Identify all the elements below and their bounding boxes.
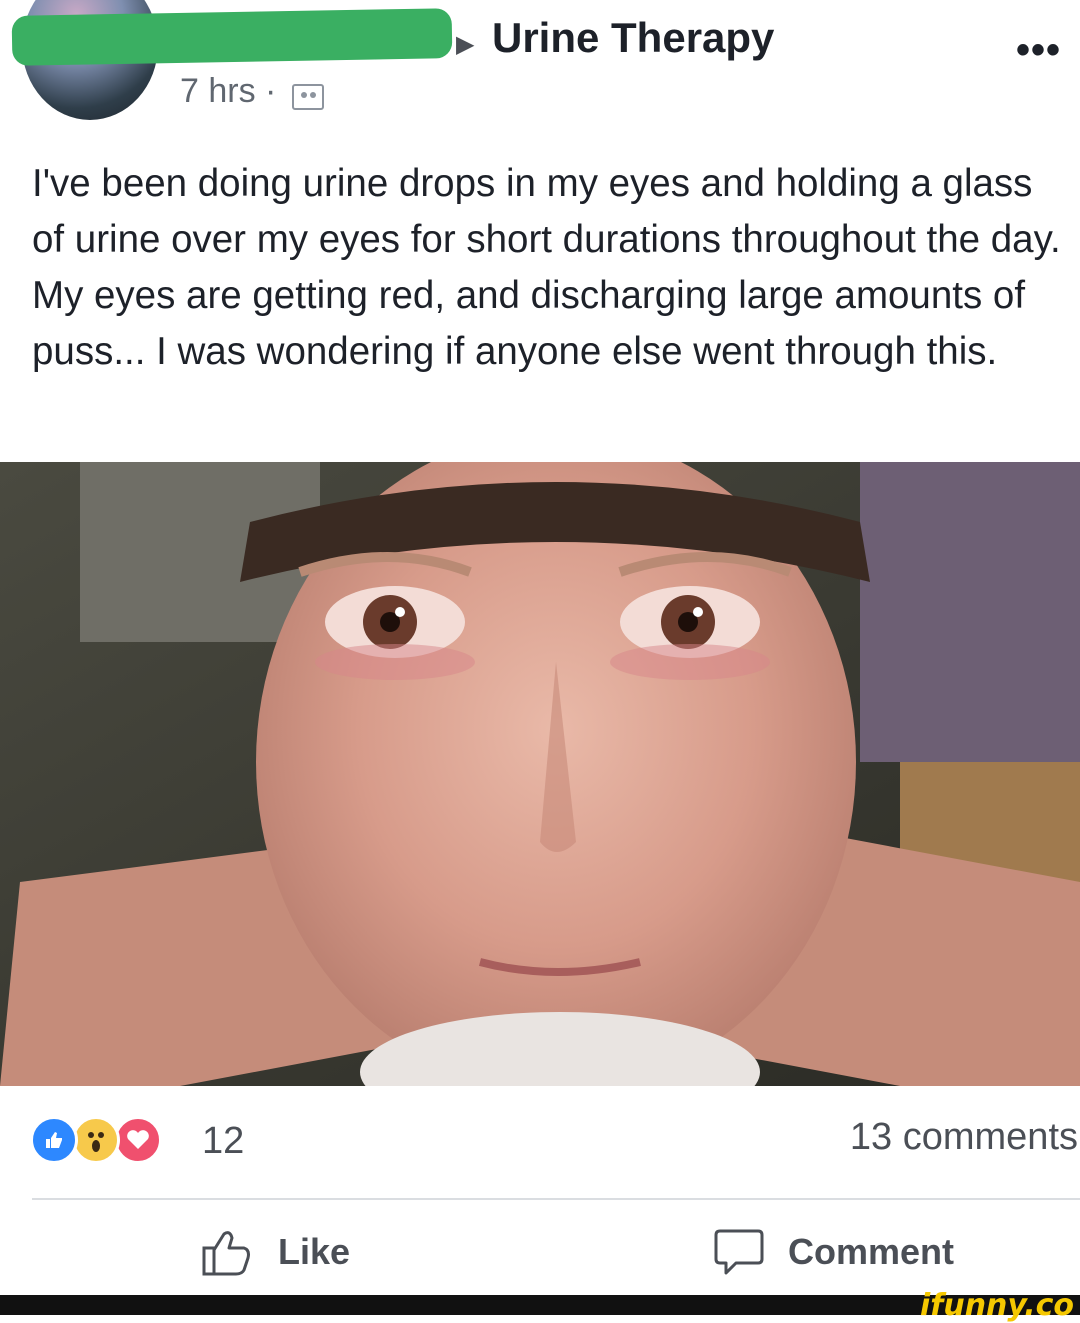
selfie-image <box>0 462 1080 1086</box>
divider <box>32 1198 1080 1200</box>
like-button[interactable]: Like <box>200 1222 350 1282</box>
more-options-button[interactable]: ••• <box>1016 28 1061 73</box>
share-arrow-icon: ▶ <box>456 31 475 58</box>
comment-label: Comment <box>788 1231 955 1272</box>
redacted-author-name <box>11 8 453 66</box>
footer-bar <box>0 1295 1080 1315</box>
like-icon <box>30 1116 78 1164</box>
post-header: ▶ Urine Therapy ••• 7 hrs · <box>0 0 1080 130</box>
thumbs-up-icon <box>202 1231 250 1276</box>
reaction-count: 12 <box>202 1120 245 1162</box>
post-text: I've been doing urine drops in my eyes a… <box>32 162 1061 373</box>
love-icon <box>114 1116 162 1164</box>
wow-icon <box>72 1116 120 1164</box>
comment-button[interactable]: Comment <box>712 1222 954 1282</box>
comments-count-link[interactable]: 13 comments <box>850 1116 1078 1159</box>
watermark: ifunny.co <box>920 1288 1074 1323</box>
group-audience-icon <box>292 84 324 110</box>
post-photo[interactable] <box>0 462 1080 1086</box>
comment-bubble-icon <box>714 1229 764 1275</box>
like-label: Like <box>278 1231 351 1272</box>
post-timestamp[interactable]: 7 hrs · <box>180 72 276 111</box>
group-name-link[interactable]: Urine Therapy <box>492 14 774 62</box>
